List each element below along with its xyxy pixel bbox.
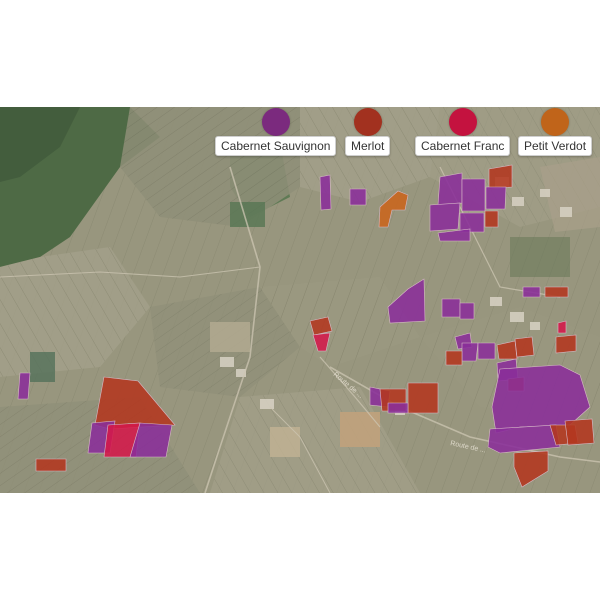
parcel-cabernet-sauvignon[interactable] xyxy=(459,302,475,320)
parcel-cabernet-sauvignon[interactable] xyxy=(522,286,541,298)
parcel-cabernet-sauvignon[interactable] xyxy=(477,342,496,360)
parcel-cabernet-sauvignon[interactable] xyxy=(461,342,479,362)
cabernet-franc-swatch xyxy=(448,108,477,136)
parcel-cabernet-sauvignon[interactable] xyxy=(17,372,31,400)
parcel-merlot[interactable] xyxy=(544,286,569,298)
parcel-merlot[interactable] xyxy=(484,210,499,228)
legend-petit-verdot[interactable]: Petit Verdot xyxy=(518,108,593,156)
petit-verdot-swatch xyxy=(541,108,570,136)
satellite-map[interactable]: Route de ... Route de ... xyxy=(0,107,600,493)
cabernet-franc-label: Cabernet Franc xyxy=(415,136,511,156)
parcel-cabernet-sauvignon[interactable] xyxy=(429,202,461,232)
parcel-cabernet-sauvignon[interactable] xyxy=(459,212,485,233)
petit-verdot-label: Petit Verdot xyxy=(518,136,593,156)
parcel-merlot[interactable] xyxy=(514,336,535,358)
cabernet-sauvignon-swatch xyxy=(261,108,290,136)
parcel-cabernet-franc[interactable] xyxy=(557,320,567,334)
parcel-merlot[interactable] xyxy=(445,350,463,366)
merlot-swatch xyxy=(353,108,382,136)
parcel-cabernet-sauvignon[interactable] xyxy=(485,186,507,210)
parcel-merlot[interactable] xyxy=(35,458,67,472)
parcel-merlot[interactable] xyxy=(564,418,595,446)
legend-cabernet-sauvignon[interactable]: Cabernet Sauvignon xyxy=(215,108,337,156)
legend-merlot[interactable]: Merlot xyxy=(345,108,391,156)
parcel-cabernet-sauvignon[interactable] xyxy=(319,174,332,211)
vineyard-map-view: Route de ... Route de ... Cabernet Sauvi… xyxy=(0,0,600,600)
merlot-label: Merlot xyxy=(345,136,391,156)
parcel-cabernet-sauvignon[interactable] xyxy=(461,178,486,212)
cabernet-sauvignon-label: Cabernet Sauvignon xyxy=(215,136,337,156)
parcel-merlot[interactable] xyxy=(488,164,513,190)
parcel-cabernet-sauvignon[interactable] xyxy=(437,172,463,206)
parcel-merlot[interactable] xyxy=(407,382,439,414)
parcel-cabernet-sauvignon[interactable] xyxy=(349,188,367,206)
parcel-merlot[interactable] xyxy=(555,334,577,354)
legend-cabernet-franc[interactable]: Cabernet Franc xyxy=(415,108,511,156)
parcel-cabernet-sauvignon[interactable] xyxy=(441,298,461,318)
parcel-cabernet-sauvignon[interactable] xyxy=(387,402,409,414)
